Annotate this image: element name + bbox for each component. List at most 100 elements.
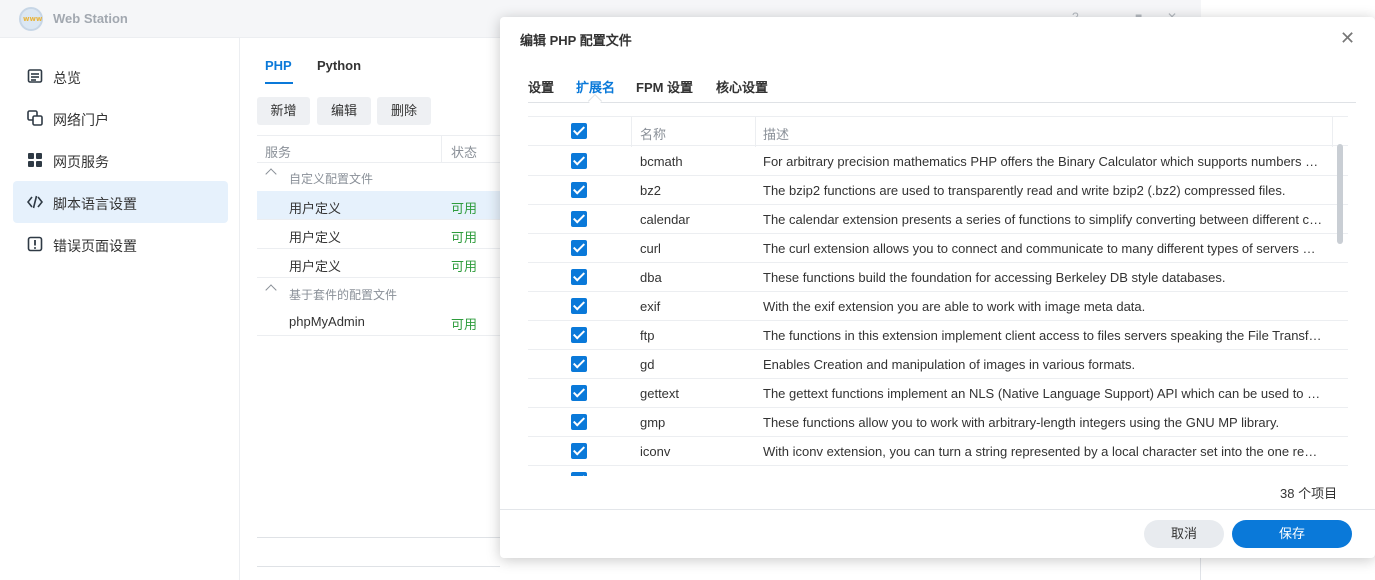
table-row[interactable]: bz2 The bzip2 functions are used to tran…	[528, 176, 1348, 205]
tab-python[interactable]: Python	[317, 58, 361, 73]
tab-extensions[interactable]: 扩展名	[576, 77, 615, 96]
extension-name: curl	[640, 241, 661, 256]
table-row[interactable]: calendar The calendar extension presents…	[528, 205, 1348, 234]
tab-fpm-settings[interactable]: FPM 设置	[636, 77, 693, 96]
table-row-partial[interactable]	[528, 466, 1348, 476]
extensions-table-header: 名称 描述	[528, 116, 1348, 147]
group-label: 基于套件的配置文件	[289, 288, 398, 302]
table-row[interactable]: phpMyAdmin 可用	[257, 307, 500, 336]
group-custom-profiles[interactable]: 自定义配置文件	[257, 163, 500, 191]
extension-checkbox[interactable]	[571, 327, 587, 343]
column-divider	[631, 117, 632, 147]
tab-settings[interactable]: 设置	[528, 77, 554, 96]
table-row[interactable]: gmp These functions allow you to work wi…	[528, 408, 1348, 437]
column-divider	[441, 136, 442, 162]
sidebar-item-error-page[interactable]: 错误页面设置	[13, 223, 228, 265]
extension-checkbox[interactable]	[571, 182, 587, 198]
extensions-table: 名称 描述 bcmath For arbitrary precision mat…	[528, 116, 1348, 476]
tab-core-settings[interactable]: 核心设置	[716, 77, 768, 96]
extension-name: bcmath	[640, 154, 683, 169]
column-divider	[1332, 117, 1333, 147]
collapse-icon[interactable]	[265, 168, 277, 180]
table-row[interactable]: 用户定义 可用	[257, 191, 500, 220]
portal-icon	[27, 110, 43, 126]
extension-checkbox[interactable]	[571, 356, 587, 372]
table-row[interactable]: curl The curl extension allows you to co…	[528, 234, 1348, 263]
save-button[interactable]: 保存	[1232, 520, 1352, 548]
tab-active-indicator	[265, 82, 293, 84]
sidebar-item-portal[interactable]: 网络门户	[13, 97, 228, 139]
extension-description: For arbitrary precision mathematics PHP …	[763, 154, 1323, 169]
add-button[interactable]: 新增	[257, 97, 310, 125]
table-row[interactable]: bcmath For arbitrary precision mathemati…	[528, 147, 1348, 176]
table-row[interactable]: dba These functions build the foundation…	[528, 263, 1348, 292]
column-service[interactable]: 服务	[265, 142, 291, 161]
extension-description: The functions in this extension implemen…	[763, 328, 1323, 343]
table-row[interactable]: iconv With iconv extension, you can turn…	[528, 437, 1348, 466]
service-name: 用户定义	[289, 259, 342, 274]
extension-description: Enables Creation and manipulation of ima…	[763, 357, 1136, 372]
column-status[interactable]: 状态	[451, 142, 477, 161]
divider	[257, 537, 500, 538]
edit-button[interactable]: 编辑	[317, 97, 371, 125]
table-row[interactable]: 用户定义 可用	[257, 249, 500, 278]
table-scrollbar[interactable]	[1337, 144, 1343, 244]
extension-name: dba	[640, 270, 662, 285]
extension-description: The bzip2 functions are used to transpar…	[763, 183, 1286, 198]
table-row[interactable]: 用户定义 可用	[257, 220, 500, 249]
extension-description: With iconv extension, you can turn a str…	[763, 444, 1323, 459]
tab-divider	[528, 102, 1356, 103]
close-icon[interactable]: ✕	[1340, 29, 1355, 47]
extension-checkbox[interactable]	[571, 211, 587, 227]
code-icon	[27, 195, 43, 209]
extension-checkbox[interactable]	[571, 298, 587, 314]
table-row[interactable]: ftp The functions in this extension impl…	[528, 321, 1348, 350]
column-description[interactable]: 描述	[763, 124, 789, 143]
status-text: 可用	[451, 317, 478, 332]
sidebar-item-overview[interactable]: 总览	[13, 55, 228, 97]
extension-description: The gettext functions implement an NLS (…	[763, 386, 1323, 401]
extension-checkbox[interactable]	[571, 240, 587, 256]
tab-php[interactable]: PHP	[265, 58, 292, 73]
status-text: 可用	[451, 259, 478, 274]
delete-button[interactable]: 删除	[377, 97, 431, 125]
select-all-checkbox[interactable]	[571, 123, 587, 139]
item-count: 38 个项目	[1280, 486, 1338, 501]
extension-checkbox[interactable]	[571, 153, 587, 169]
extension-name: gd	[640, 357, 655, 372]
sidebar: 总览 网络门户 网页服务 脚本语言设置 错误页面设置	[0, 38, 240, 580]
extension-checkbox[interactable]	[571, 443, 587, 459]
sidebar-item-label: 脚本语言设置	[53, 196, 137, 212]
sidebar-item-label: 网络门户	[53, 112, 109, 128]
extension-checkbox[interactable]	[571, 414, 587, 430]
service-name: phpMyAdmin	[289, 314, 365, 329]
column-name[interactable]: 名称	[640, 124, 666, 143]
status-text: 可用	[451, 230, 478, 245]
sidebar-item-script-language[interactable]: 脚本语言设置	[13, 181, 228, 223]
extension-name: ftp	[640, 328, 655, 343]
extension-description: The curl extension allows you to connect…	[763, 241, 1323, 256]
tab-active-pointer	[587, 93, 603, 109]
collapse-icon[interactable]	[265, 284, 277, 296]
extension-description: The calendar extension presents a series…	[763, 212, 1323, 227]
table-row[interactable]: gettext The gettext functions implement …	[528, 379, 1348, 408]
sidebar-item-label: 总览	[53, 70, 81, 86]
group-package-profiles[interactable]: 基于套件的配置文件	[257, 279, 500, 307]
edit-php-profile-dialog: 编辑 PHP 配置文件 ✕ 设置 扩展名 FPM 设置 核心设置 名称 描述 b…	[500, 17, 1375, 558]
sidebar-item-label: 错误页面设置	[53, 238, 137, 254]
footer-divider	[500, 509, 1375, 510]
cancel-button[interactable]: 取消	[1144, 520, 1224, 548]
table-row[interactable]: gd Enables Creation and manipulation of …	[528, 350, 1348, 379]
sidebar-item-web-service[interactable]: 网页服务	[13, 139, 228, 181]
extension-name: bz2	[640, 183, 661, 198]
service-table-header: 服务 状态	[257, 135, 500, 163]
overview-icon	[27, 69, 43, 83]
error-page-icon	[27, 236, 43, 252]
extension-name: exif	[640, 299, 661, 314]
status-text: 可用	[451, 201, 478, 216]
web-service-icon	[28, 153, 42, 167]
table-row[interactable]: exif With the exif extension you are abl…	[528, 292, 1348, 321]
extension-checkbox[interactable]	[571, 385, 587, 401]
extension-checkbox[interactable]	[571, 472, 587, 476]
extension-checkbox[interactable]	[571, 269, 587, 285]
